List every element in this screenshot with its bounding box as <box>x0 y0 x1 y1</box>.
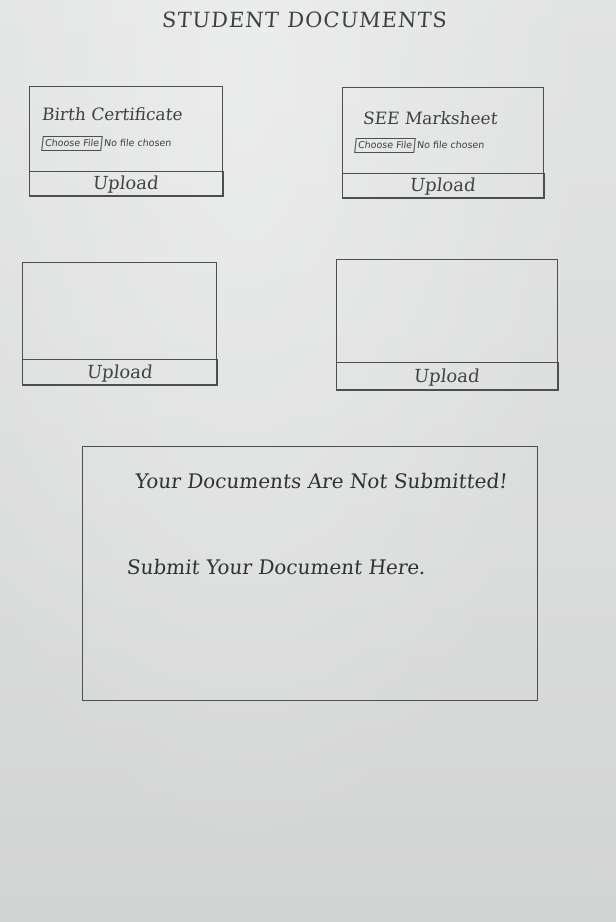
file-input-see-marksheet[interactable]: Choose File No file chosen <box>354 138 485 153</box>
upload-button[interactable]: Upload <box>28 170 224 197</box>
upload-label: Upload <box>85 361 154 383</box>
not-submitted-message: Your Documents Are Not Submitted! <box>133 469 509 493</box>
upload-button[interactable]: Upload <box>335 361 559 391</box>
document-card-see-marksheet: SEE Marksheet Choose File No file chosen… <box>341 87 545 199</box>
document-card-empty-1: Upload <box>21 262 218 386</box>
file-input-birth-certificate[interactable]: Choose File No file chosen <box>41 136 172 151</box>
upload-button[interactable]: Upload <box>21 358 218 386</box>
upload-label: Upload <box>409 175 477 196</box>
document-card-birth-certificate: Birth Certificate Choose File No file ch… <box>28 86 224 197</box>
submit-here-message: Submit Your Document Here. <box>125 555 427 579</box>
submission-message-box: Your Documents Are Not Submitted! Submit… <box>82 446 538 701</box>
choose-file-button[interactable]: Choose File <box>41 136 103 151</box>
document-label: Birth Certificate <box>40 105 184 125</box>
upload-button[interactable]: Upload <box>341 172 545 199</box>
upload-label: Upload <box>92 173 160 194</box>
document-card-empty-2: Upload <box>335 259 559 391</box>
document-label: SEE Marksheet <box>361 109 499 129</box>
file-status-text: No file chosen <box>103 138 172 149</box>
upload-label: Upload <box>413 365 481 387</box>
file-status-text: No file chosen <box>416 140 485 151</box>
choose-file-button[interactable]: Choose File <box>354 138 416 153</box>
page-title: STUDENT DOCUMENTS <box>161 8 449 32</box>
